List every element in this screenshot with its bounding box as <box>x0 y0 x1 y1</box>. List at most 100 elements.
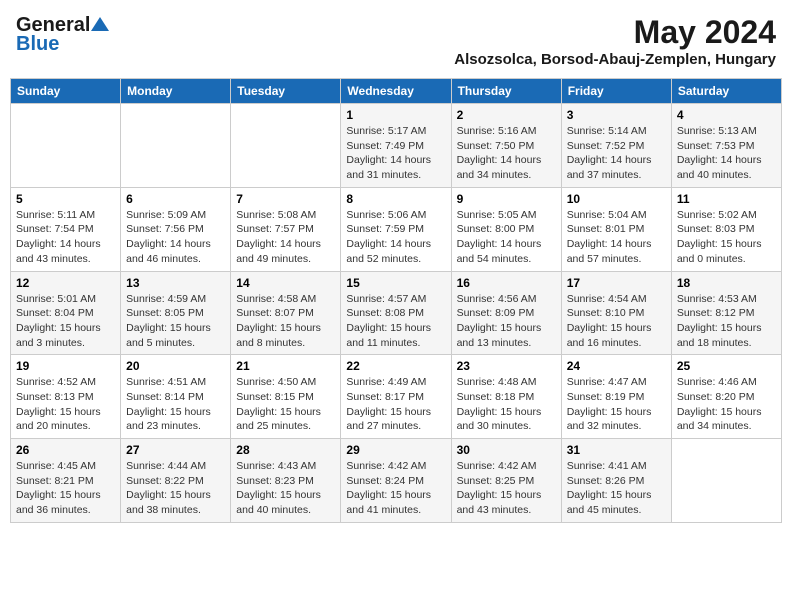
calendar-cell: 27Sunrise: 4:44 AMSunset: 8:22 PMDayligh… <box>121 439 231 523</box>
month-title: May 2024 <box>454 14 776 51</box>
day-number: 12 <box>16 276 115 290</box>
day-info: Sunrise: 4:59 AMSunset: 8:05 PMDaylight:… <box>126 292 225 351</box>
day-info: Sunrise: 5:17 AMSunset: 7:49 PMDaylight:… <box>346 124 445 183</box>
day-number: 4 <box>677 108 776 122</box>
day-number: 18 <box>677 276 776 290</box>
day-number: 6 <box>126 192 225 206</box>
day-number: 9 <box>457 192 556 206</box>
day-number: 13 <box>126 276 225 290</box>
day-number: 28 <box>236 443 335 457</box>
day-info: Sunrise: 4:46 AMSunset: 8:20 PMDaylight:… <box>677 375 776 434</box>
day-info: Sunrise: 4:52 AMSunset: 8:13 PMDaylight:… <box>16 375 115 434</box>
day-number: 16 <box>457 276 556 290</box>
calendar-cell <box>121 104 231 188</box>
day-info: Sunrise: 5:06 AMSunset: 7:59 PMDaylight:… <box>346 208 445 267</box>
calendar-week-row: 26 Sunrise: 4:45 AMSunset: 8:21 PMDayligh… <box>11 439 782 523</box>
day-number: 20 <box>126 359 225 373</box>
calendar-cell <box>231 104 341 188</box>
calendar-cell: 18 Sunrise: 4:53 AMSunset: 8:12 PMDayligh… <box>671 271 781 355</box>
day-number: 31 <box>567 443 666 457</box>
weekday-header: Friday <box>561 79 671 104</box>
calendar-cell: 1 Sunrise: 5:17 AMSunset: 7:49 PMDaylight… <box>341 104 451 188</box>
calendar-cell: 24 Sunrise: 4:47 AMSunset: 8:19 PMDayligh… <box>561 355 671 439</box>
calendar-week-row: 1 Sunrise: 5:17 AMSunset: 7:49 PMDaylight… <box>11 104 782 188</box>
calendar-cell: 11 Sunrise: 5:02 AMSunset: 8:03 PMDayligh… <box>671 187 781 271</box>
day-number: 2 <box>457 108 556 122</box>
day-info: Sunrise: 5:08 AMSunset: 7:57 PMDaylight:… <box>236 208 335 267</box>
day-info: Sunrise: 4:48 AMSunset: 8:18 PMDaylight:… <box>457 375 556 434</box>
day-number: 11 <box>677 192 776 206</box>
calendar-cell: 29Sunrise: 4:42 AMSunset: 8:24 PMDayligh… <box>341 439 451 523</box>
logo: General Blue <box>16 14 109 56</box>
calendar-cell: 17Sunrise: 4:54 AMSunset: 8:10 PMDayligh… <box>561 271 671 355</box>
calendar-cell: 26 Sunrise: 4:45 AMSunset: 8:21 PMDayligh… <box>11 439 121 523</box>
day-info: Sunrise: 5:02 AMSunset: 8:03 PMDaylight:… <box>677 208 776 267</box>
calendar-cell: 9Sunrise: 5:05 AMSunset: 8:00 PMDaylight… <box>451 187 561 271</box>
calendar-cell: 2Sunrise: 5:16 AMSunset: 7:50 PMDaylight… <box>451 104 561 188</box>
day-number: 23 <box>457 359 556 373</box>
day-info: Sunrise: 5:11 AMSunset: 7:54 PMDaylight:… <box>16 208 115 267</box>
day-info: Sunrise: 4:56 AMSunset: 8:09 PMDaylight:… <box>457 292 556 351</box>
calendar-cell: 14Sunrise: 4:58 AMSunset: 8:07 PMDayligh… <box>231 271 341 355</box>
calendar-cell: 16 Sunrise: 4:56 AMSunset: 8:09 PMDayligh… <box>451 271 561 355</box>
day-info: Sunrise: 4:49 AMSunset: 8:17 PMDaylight:… <box>346 375 445 434</box>
day-info: Sunrise: 4:42 AMSunset: 8:25 PMDaylight:… <box>457 459 556 518</box>
calendar-cell: 13 Sunrise: 4:59 AMSunset: 8:05 PMDayligh… <box>121 271 231 355</box>
day-info: Sunrise: 4:50 AMSunset: 8:15 PMDaylight:… <box>236 375 335 434</box>
day-number: 30 <box>457 443 556 457</box>
logo-triangle-icon <box>91 15 109 33</box>
day-number: 15 <box>346 276 445 290</box>
day-number: 24 <box>567 359 666 373</box>
calendar-cell: 21 Sunrise: 4:50 AMSunset: 8:15 PMDayligh… <box>231 355 341 439</box>
calendar-cell: 7Sunrise: 5:08 AMSunset: 7:57 PMDaylight… <box>231 187 341 271</box>
calendar-cell: 15 Sunrise: 4:57 AMSunset: 8:08 PMDayligh… <box>341 271 451 355</box>
weekday-header: Monday <box>121 79 231 104</box>
calendar-header-row: SundayMondayTuesdayWednesdayThursdayFrid… <box>11 79 782 104</box>
day-number: 14 <box>236 276 335 290</box>
day-number: 21 <box>236 359 335 373</box>
day-info: Sunrise: 4:43 AMSunset: 8:23 PMDaylight:… <box>236 459 335 518</box>
title-area: May 2024 Alsozsolca, Borsod-Abauj-Zemple… <box>454 14 776 68</box>
day-number: 3 <box>567 108 666 122</box>
calendar-cell: 23 Sunrise: 4:48 AMSunset: 8:18 PMDayligh… <box>451 355 561 439</box>
calendar-week-row: 19 Sunrise: 4:52 AMSunset: 8:13 PMDayligh… <box>11 355 782 439</box>
calendar-cell: 3Sunrise: 5:14 AMSunset: 7:52 PMDaylight… <box>561 104 671 188</box>
day-number: 17 <box>567 276 666 290</box>
calendar-cell: 20 Sunrise: 4:51 AMSunset: 8:14 PMDayligh… <box>121 355 231 439</box>
calendar-week-row: 5 Sunrise: 5:11 AMSunset: 7:54 PMDaylight… <box>11 187 782 271</box>
calendar-week-row: 12Sunrise: 5:01 AMSunset: 8:04 PMDayligh… <box>11 271 782 355</box>
calendar-cell: 5 Sunrise: 5:11 AMSunset: 7:54 PMDaylight… <box>11 187 121 271</box>
day-info: Sunrise: 4:51 AMSunset: 8:14 PMDaylight:… <box>126 375 225 434</box>
day-number: 1 <box>346 108 445 122</box>
calendar-cell: 31 Sunrise: 4:41 AMSunset: 8:26 PMDayligh… <box>561 439 671 523</box>
day-number: 29 <box>346 443 445 457</box>
calendar-cell: 4 Sunrise: 5:13 AMSunset: 7:53 PMDaylight… <box>671 104 781 188</box>
header: General Blue May 2024 Alsozsolca, Borsod… <box>10 10 782 72</box>
day-info: Sunrise: 4:41 AMSunset: 8:26 PMDaylight:… <box>567 459 666 518</box>
calendar-cell: 22Sunrise: 4:49 AMSunset: 8:17 PMDayligh… <box>341 355 451 439</box>
calendar-cell: 8Sunrise: 5:06 AMSunset: 7:59 PMDaylight… <box>341 187 451 271</box>
weekday-header: Tuesday <box>231 79 341 104</box>
day-info: Sunrise: 4:57 AMSunset: 8:08 PMDaylight:… <box>346 292 445 351</box>
calendar-cell: 30 Sunrise: 4:42 AMSunset: 8:25 PMDayligh… <box>451 439 561 523</box>
weekday-header: Saturday <box>671 79 781 104</box>
calendar-cell <box>671 439 781 523</box>
calendar-cell: 25Sunrise: 4:46 AMSunset: 8:20 PMDayligh… <box>671 355 781 439</box>
day-info: Sunrise: 4:47 AMSunset: 8:19 PMDaylight:… <box>567 375 666 434</box>
calendar-cell: 28 Sunrise: 4:43 AMSunset: 8:23 PMDayligh… <box>231 439 341 523</box>
calendar-table: SundayMondayTuesdayWednesdayThursdayFrid… <box>10 78 782 523</box>
calendar-cell: 19 Sunrise: 4:52 AMSunset: 8:13 PMDayligh… <box>11 355 121 439</box>
day-number: 10 <box>567 192 666 206</box>
day-info: Sunrise: 5:13 AMSunset: 7:53 PMDaylight:… <box>677 124 776 183</box>
day-info: Sunrise: 4:53 AMSunset: 8:12 PMDaylight:… <box>677 292 776 351</box>
day-info: Sunrise: 4:45 AMSunset: 8:21 PMDaylight:… <box>16 459 115 518</box>
day-number: 27 <box>126 443 225 457</box>
calendar-cell: 6 Sunrise: 5:09 AMSunset: 7:56 PMDaylight… <box>121 187 231 271</box>
day-number: 26 <box>16 443 115 457</box>
day-number: 19 <box>16 359 115 373</box>
day-number: 5 <box>16 192 115 206</box>
day-info: Sunrise: 5:09 AMSunset: 7:56 PMDaylight:… <box>126 208 225 267</box>
location-subtitle: Alsozsolca, Borsod-Abauj-Zemplen, Hungar… <box>454 51 776 68</box>
weekday-header: Thursday <box>451 79 561 104</box>
calendar-cell <box>11 104 121 188</box>
